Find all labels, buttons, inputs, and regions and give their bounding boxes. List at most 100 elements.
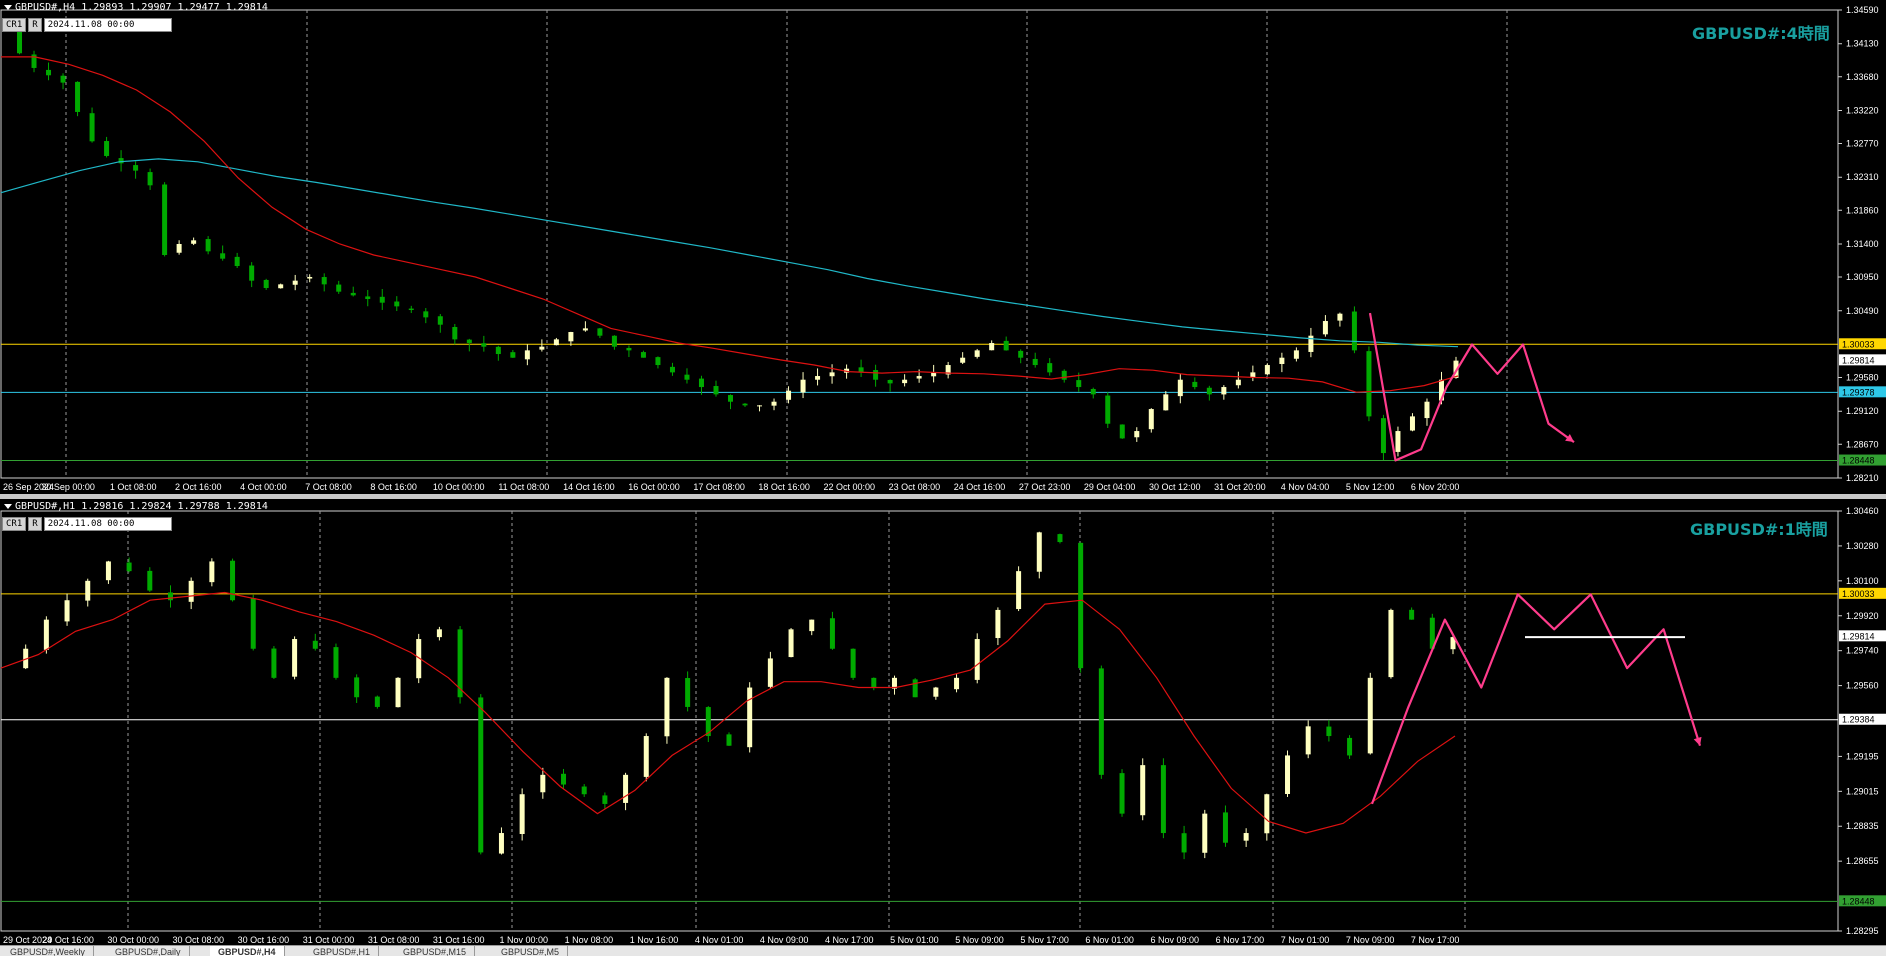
x-tick-label: 4 Nov 17:00: [825, 935, 874, 945]
date-field[interactable]: 2024.11.08 00:00: [43, 517, 172, 531]
candle-body: [850, 648, 856, 678]
candle-body: [75, 81, 81, 112]
y-tick-label: 1.31400: [1846, 239, 1879, 249]
candle-body: [234, 256, 240, 267]
y-tick-label: 1.33680: [1846, 72, 1879, 82]
x-tick-label: 5 Nov 17:00: [1020, 935, 1069, 945]
candle-body: [974, 639, 980, 680]
y-tick-label: 1.28655: [1846, 856, 1879, 866]
candle-body: [278, 284, 284, 289]
x-tick-label: 4 Nov 01:00: [695, 935, 744, 945]
candle-body: [684, 374, 690, 380]
candle-body: [1090, 388, 1096, 395]
candle-body: [669, 366, 675, 373]
level-price-label: 1.30033: [1842, 339, 1875, 349]
y-tick-label: 1.30950: [1846, 272, 1879, 282]
candle-body: [561, 773, 567, 785]
candle-body: [147, 570, 153, 591]
candle-body: [1003, 340, 1009, 351]
h4-chart-canvas[interactable]: 26 Sep 202430 Sep 00:00 1 Oct 08:00 2 Oct …: [0, 0, 1886, 494]
candle-body: [954, 677, 960, 690]
candle-body: [350, 292, 356, 296]
candle-body: [788, 629, 794, 658]
candle-body: [1347, 737, 1353, 756]
x-tick-label: 31 Oct 00:00: [303, 935, 355, 945]
candle-body: [582, 328, 588, 331]
candle-body: [1351, 311, 1357, 351]
candle-body: [379, 296, 385, 303]
y-tick-label: 1.29120: [1846, 406, 1879, 416]
candle-body: [333, 647, 339, 678]
candle-body: [510, 352, 516, 358]
x-tick-label: 6 Nov 17:00: [1216, 935, 1265, 945]
candle-body: [974, 350, 980, 357]
x-tick-label: 2 Oct 16:00: [175, 482, 222, 492]
candle-body: [1105, 395, 1111, 424]
h1-chart-header: GBPUSD#,H1 1.29816 1.29824 1.29788 1.298…: [4, 501, 268, 512]
candle-body: [104, 141, 110, 156]
candle-body: [786, 390, 792, 400]
candle-body: [829, 372, 835, 377]
candle-body: [1279, 357, 1285, 364]
candle-body: [1018, 350, 1024, 358]
candle-body: [176, 244, 182, 253]
candle-body: [436, 629, 442, 638]
candle-body: [408, 308, 414, 311]
x-tick-label: 6 Nov 20:00: [1411, 482, 1460, 492]
candle-body: [205, 239, 211, 252]
x-tick-label: 5 Nov 09:00: [955, 935, 1004, 945]
x-tick-label: 10 Oct 00:00: [433, 482, 485, 492]
r-button[interactable]: R: [28, 517, 42, 531]
candle-body: [118, 158, 124, 164]
x-tick-label: 31 Oct 16:00: [433, 935, 485, 945]
cr-button[interactable]: CR1: [2, 18, 27, 32]
candle-body: [1148, 409, 1154, 430]
candle-body: [1078, 542, 1084, 669]
x-tick-label: 16 Oct 00:00: [628, 482, 680, 492]
candle-body: [1032, 358, 1038, 366]
candle-body: [809, 619, 815, 632]
triangle-down-icon[interactable]: [4, 503, 12, 509]
y-tick-label: 1.29015: [1846, 786, 1879, 796]
h4-chart-panel[interactable]: 26 Sep 2024 30 Sep 00:00 1 Oct 08:00 2 Oct …: [0, 0, 1886, 494]
x-tick-label: 6 Nov 01:00: [1085, 935, 1134, 945]
candle-body: [498, 833, 504, 854]
y-tick-label: 1.28835: [1846, 821, 1879, 831]
candle-body: [664, 677, 670, 737]
candle-body: [1285, 755, 1291, 795]
x-tick-label: 6 Nov 09:00: [1151, 935, 1200, 945]
candle-body: [1221, 387, 1227, 395]
x-tick-label: 27 Oct 23:00: [1019, 482, 1071, 492]
triangle-down-icon[interactable]: [4, 4, 12, 10]
h1-chart-canvas[interactable]: 29 Oct 202429 Oct 16:00 30 Oct 00:00 30 Oc…: [0, 499, 1886, 945]
candle-body: [747, 687, 753, 748]
h1-chart-panel[interactable]: 29 Oct 2024 29 Oct 16:00 30 Oct 00:00 30 Oc…: [0, 499, 1886, 945]
x-tick-label: 29 Oct 04:00: [1084, 482, 1136, 492]
candle-body: [394, 301, 400, 307]
r-button[interactable]: R: [28, 18, 42, 32]
date-field[interactable]: 2024.11.08 00:00: [43, 18, 172, 32]
candle-body: [1036, 532, 1042, 572]
candle-body: [271, 648, 277, 678]
cr-button[interactable]: CR1: [2, 517, 27, 531]
x-tick-label: 30 Sep 00:00: [41, 482, 95, 492]
candle-body: [1061, 370, 1067, 380]
candle-body: [726, 734, 732, 746]
y-tick-label: 1.34130: [1846, 39, 1879, 49]
candle-body: [1177, 379, 1183, 397]
candle-body: [495, 346, 501, 355]
candle-body: [655, 357, 661, 366]
candle-body: [1160, 765, 1166, 834]
x-tick-label: 30 Oct 16:00: [238, 935, 290, 945]
candle-body: [626, 347, 632, 351]
level-price-label: 1.30033: [1842, 589, 1875, 599]
candle-body: [933, 687, 939, 697]
candle-body: [815, 376, 821, 380]
candle-body: [829, 618, 835, 649]
x-tick-label: 4 Nov 09:00: [760, 935, 809, 945]
candle-body: [452, 326, 458, 340]
candle-body: [133, 165, 139, 171]
y-tick-label: 1.29920: [1846, 611, 1879, 621]
candle-body: [481, 343, 487, 347]
h1-header-text: GBPUSD#,H1 1.29816 1.29824 1.29788 1.298…: [15, 501, 268, 512]
